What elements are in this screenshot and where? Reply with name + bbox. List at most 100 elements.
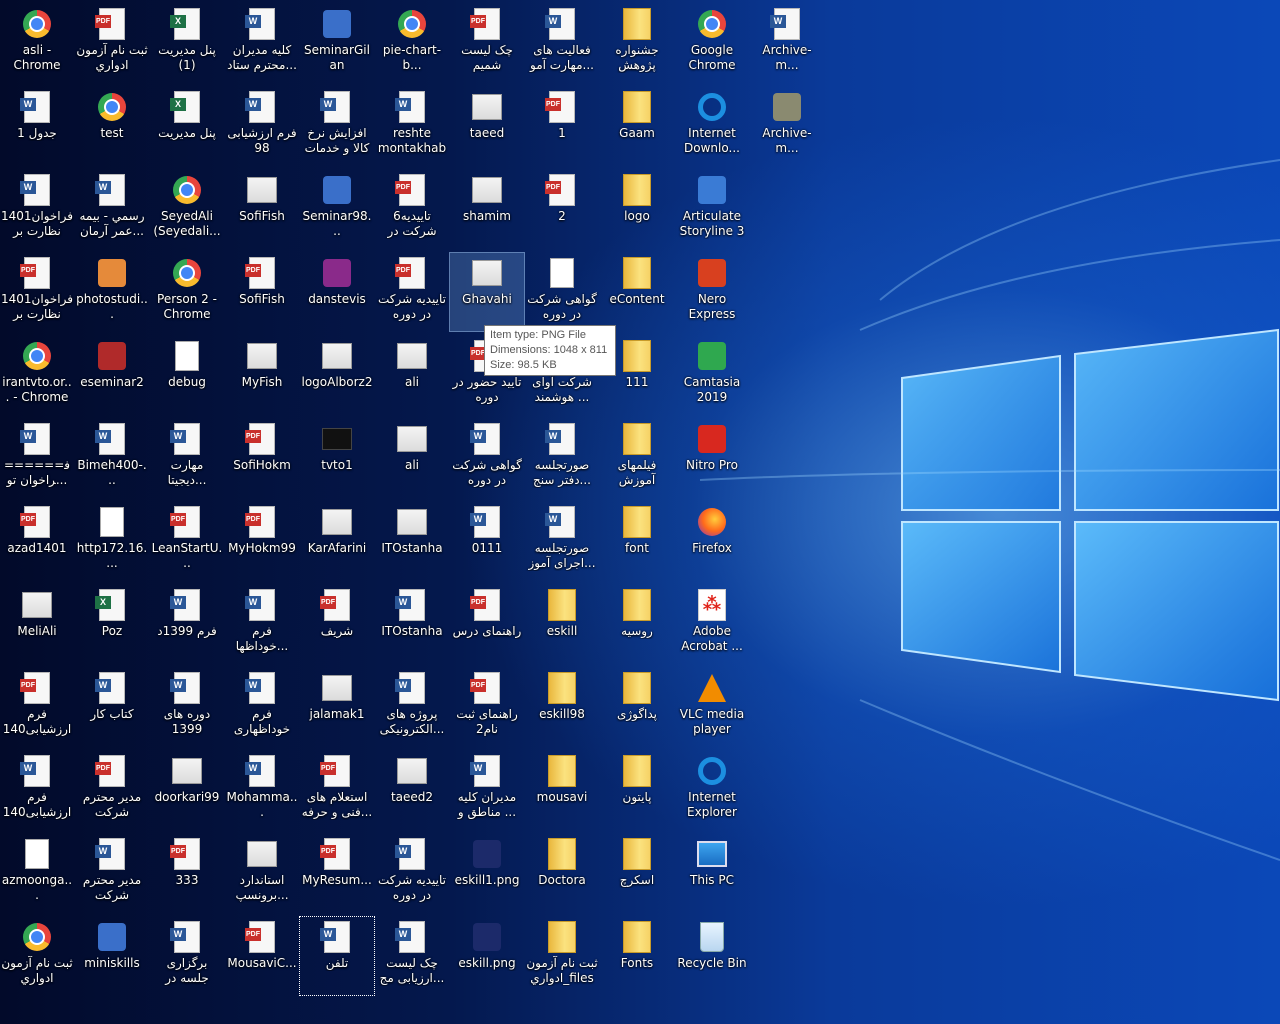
desktop-icon[interactable]: PDF 1 [525, 87, 599, 165]
desktop-icon[interactable]: W فرم خوداظها... [225, 585, 299, 663]
desktop-icon[interactable]: mousavi [525, 751, 599, 829]
desktop-icon[interactable]: W Mohamma... [225, 751, 299, 829]
desktop-icon[interactable]: shamim [450, 170, 524, 248]
desktop-icon[interactable]: W تلفن [299, 916, 375, 996]
desktop-icon[interactable]: Internet Explorer [675, 751, 749, 829]
desktop-icon[interactable]: PDF فرم ارزشیابی1400 [0, 668, 74, 746]
desktop-icon[interactable]: azmoonga... [0, 834, 74, 912]
desktop-icon[interactable]: جشنواره پژوهش [600, 4, 674, 82]
desktop-icon[interactable]: پداگوژی [600, 668, 674, 746]
desktop-icon[interactable]: ثبت نام آزمون ادواري_files [525, 917, 599, 995]
desktop-icon[interactable]: W چک لیست ارزیابی مج... [375, 917, 449, 995]
desktop-icon[interactable]: ali [375, 336, 449, 414]
desktop-icon[interactable]: http172.16.... [75, 502, 149, 580]
desktop-icon[interactable]: eskill [525, 585, 599, 663]
desktop-icon[interactable]: ITOstanha [375, 502, 449, 580]
desktop-icon[interactable]: PDF چک لیست شمیم [450, 4, 524, 82]
desktop-icon[interactable]: روسیه [600, 585, 674, 663]
desktop-icon[interactable]: photostudi... [75, 253, 149, 331]
desktop-icon[interactable]: taeed [450, 87, 524, 165]
desktop-icon[interactable]: PDF azad1401 [0, 502, 74, 580]
desktop-icon[interactable]: W فرم ارزشیابی 98 [225, 87, 299, 165]
desktop-icon[interactable]: X پنل مدیریت (1) [150, 4, 224, 82]
desktop-icon[interactable]: W ITOstanha [375, 585, 449, 663]
desktop-icon[interactable]: W فرم 1399د [150, 585, 224, 663]
desktop-icon[interactable]: Nitro Pro [675, 419, 749, 497]
desktop-icon[interactable]: X Poz [75, 585, 149, 663]
desktop-icon[interactable]: W فرم ارزشیابی1400 [0, 751, 74, 829]
desktop-icon[interactable]: ali [375, 419, 449, 497]
desktop-icon[interactable]: W ======فراخوان تو... [0, 419, 74, 497]
desktop-icon[interactable]: W پروژه های الکترونیکی... [375, 668, 449, 746]
desktop-icon[interactable]: W رسمي - بيمه عمر آرمان... [75, 170, 149, 248]
desktop-icon[interactable]: tvto1 [300, 419, 374, 497]
desktop-icon[interactable]: W فعالیت های مهارت آمو... [525, 4, 599, 82]
desktop-icon[interactable]: KarAfarini [300, 502, 374, 580]
desktop-icon[interactable]: PDF تاییدیه شرکت در دوره مهار... [375, 253, 449, 331]
desktop-icon[interactable]: ⁂ Adobe Acrobat ... [675, 585, 749, 663]
desktop-icon[interactable]: W مدیران کلیه مناطق و ... [450, 751, 524, 829]
desktop-icon[interactable]: X پنل مدیریت [150, 87, 224, 165]
desktop-icon[interactable]: jalamak1 [300, 668, 374, 746]
desktop-icon[interactable]: PDF MyHokm99 [225, 502, 299, 580]
desktop-icon[interactable]: W کلیه مدیران محترم ستاد... [225, 4, 299, 82]
desktop-icon[interactable]: W 0111 [450, 502, 524, 580]
desktop-icon[interactable]: eskill1.png [450, 834, 524, 912]
desktop-icon[interactable]: eskill98 [525, 668, 599, 746]
desktop-icon[interactable]: فیلمهای آموزش [600, 419, 674, 497]
desktop-icon[interactable]: PDF 1401فراخوان نظارت بر تو... [0, 253, 74, 331]
desktop-icon[interactable]: W برگزاری جلسه در خصوص... [150, 917, 224, 995]
desktop-icon[interactable]: استاندارد برونسپ... [225, 834, 299, 912]
desktop-icon[interactable]: PDF مدير محترم شركت پرداخ... [75, 751, 149, 829]
desktop-icon[interactable]: ثبت نام آزمون ادواري [0, 917, 74, 995]
desktop-icon[interactable]: font [600, 502, 674, 580]
desktop-icon[interactable]: Nero Express [675, 253, 749, 331]
desktop-icon[interactable]: logo [600, 170, 674, 248]
desktop-icon[interactable]: Wreshte montakhab [375, 87, 449, 165]
desktop-icon[interactable]: logoAlborz2 [300, 336, 374, 414]
desktop-icon[interactable]: test [75, 87, 149, 165]
desktop-icon[interactable]: asli - Chrome [0, 4, 74, 82]
desktop-icon[interactable]: MeliAli [0, 585, 74, 663]
desktop-icon[interactable]: pie-chart-b... [375, 4, 449, 82]
desktop-icon[interactable]: PDF راهنمای ثبت نام2 [450, 668, 524, 746]
desktop-icon[interactable]: W Bimeh400-... [75, 419, 149, 497]
desktop-icon[interactable]: PDF MousaviC... [225, 917, 299, 995]
desktop-icon[interactable]: W جدول 1 [0, 87, 74, 165]
desktop-icon[interactable]: W كتاب كار [75, 668, 149, 746]
desktop-icon[interactable]: اسکرچ [600, 834, 674, 912]
desktop-icon[interactable]: Doctora [525, 834, 599, 912]
desktop-icon[interactable]: PDF SofiHokm [225, 419, 299, 497]
desktop-icon[interactable]: Seminar98... [300, 170, 374, 248]
desktop-icon[interactable]: Archive-m... [750, 87, 824, 165]
desktop-icon[interactable]: PDF 333 [150, 834, 224, 912]
desktop-icon[interactable]: W مدير محترم شركت پرداخ... [75, 834, 149, 912]
desktop-icon[interactable]: Fonts [600, 917, 674, 995]
desktop-icon[interactable]: Person 2 - Chrome [150, 253, 224, 331]
desktop-icon[interactable]: doorkari99 [150, 751, 224, 829]
desktop-icon[interactable]: PDF MyResum... [300, 834, 374, 912]
desktop-icon[interactable]: VLC media player [675, 668, 749, 746]
desktop-icon[interactable]: PDF SofiFish [225, 253, 299, 331]
desktop-icon[interactable]: SeyedAli (Seyedali... [150, 170, 224, 248]
desktop-icon[interactable]: SofiFish [225, 170, 299, 248]
desktop-icon[interactable]: miniskills [75, 917, 149, 995]
desktop-icon[interactable]: Firefox [675, 502, 749, 580]
desktop[interactable]: asli - Chrome W جدول 1 W 1401فراخوان نظارت ب… [0, 0, 1280, 1024]
desktop-icon[interactable]: PDF 6تاییدیه شرکت در دوره مهار... [375, 170, 449, 248]
desktop-icon[interactable]: Internet Downlo... [675, 87, 749, 165]
desktop-icon[interactable]: PDF LeanStartU... [150, 502, 224, 580]
desktop-icon[interactable]: Camtasia 2019 [675, 336, 749, 414]
desktop-icon[interactable]: Articulate Storyline 3 [675, 170, 749, 248]
desktop-icon[interactable]: W افزایش نرخ کالا و خدمات [300, 87, 374, 165]
desktop-icon[interactable]: Recycle Bin [675, 917, 749, 995]
desktop-icon[interactable]: PDF شریف [300, 585, 374, 663]
desktop-icon[interactable]: eContent [600, 253, 674, 331]
desktop-icon[interactable]: danstevis [300, 253, 374, 331]
desktop-icon[interactable]: W گواهی شرکت در دوره مهار... [450, 419, 524, 497]
desktop-icon[interactable]: eskill.png [450, 917, 524, 995]
desktop-icon[interactable]: W دوره های 1399 [150, 668, 224, 746]
desktop-icon[interactable]: PDF ثبت نام آزمون ادواري [75, 4, 149, 82]
desktop-icon[interactable]: پایتون [600, 751, 674, 829]
desktop-icon[interactable]: W تاییدیه شرکت در دوره مهار... [375, 834, 449, 912]
